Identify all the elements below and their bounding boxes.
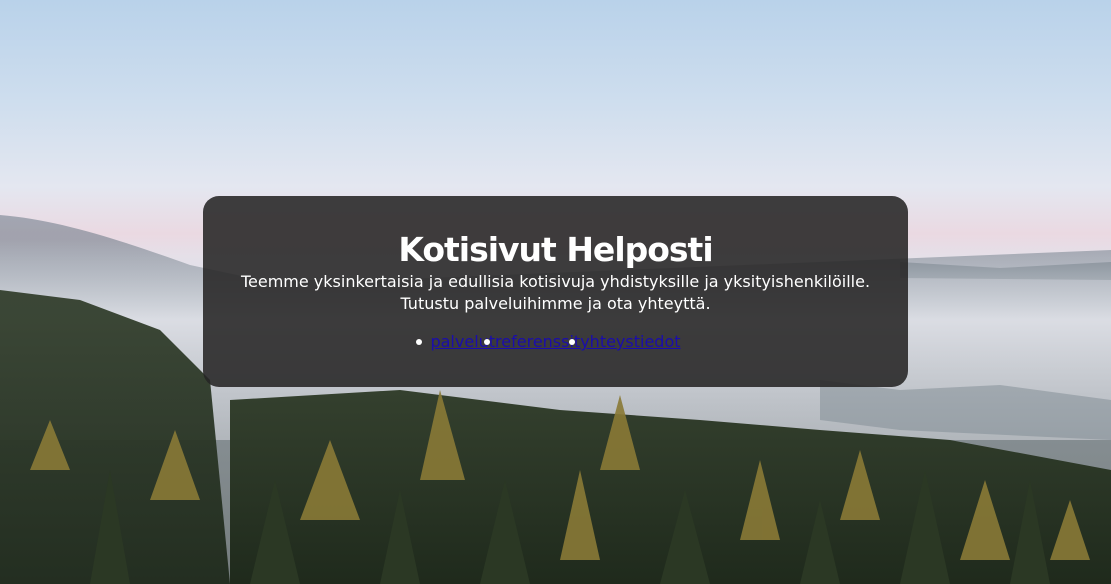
nav-link-yhteystiedot[interactable]: yhteystiedot bbox=[580, 332, 680, 351]
page-title: Kotisivut Helposti bbox=[398, 230, 713, 269]
hero-section: Kotisivut Helposti Teemme yksinkertaisia… bbox=[0, 0, 1111, 584]
bullet-icon bbox=[484, 339, 491, 345]
tagline-line-2: Tutustu palveluihimme ja ota yhteyttä. bbox=[400, 294, 711, 313]
tagline-line-1: Teemme yksinkertaisia ja edullisia kotis… bbox=[240, 272, 871, 291]
main-navigation: palvelut referenssit yhteystiedot bbox=[203, 332, 908, 352]
intro-card: Kotisivut Helposti Teemme yksinkertaisia… bbox=[203, 196, 908, 387]
bullet-icon bbox=[416, 339, 423, 345]
nav-item-yhteystiedot: yhteystiedot bbox=[569, 332, 681, 352]
nav-link-referenssit[interactable]: referenssit bbox=[495, 332, 580, 351]
nav-item-referenssit: referenssit bbox=[484, 332, 580, 352]
